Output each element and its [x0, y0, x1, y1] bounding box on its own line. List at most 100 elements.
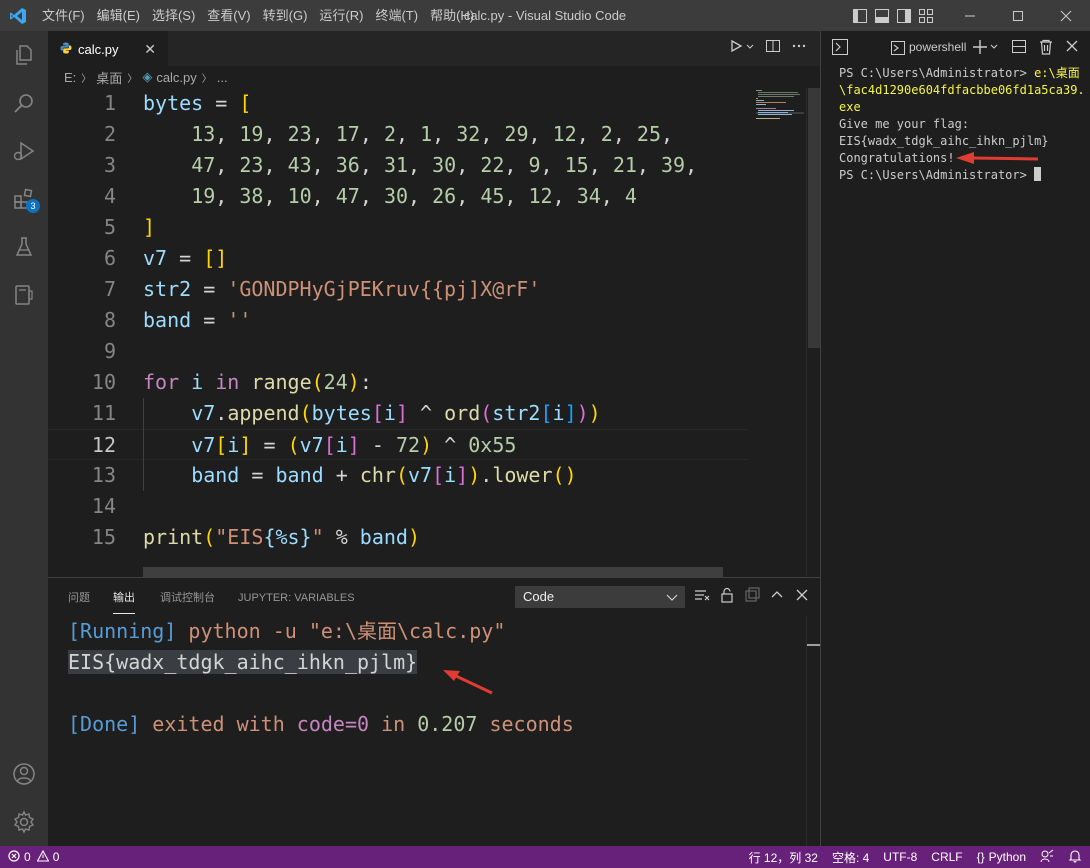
close-window-icon[interactable] [1042, 0, 1090, 31]
menu-edit[interactable]: 编辑(E) [91, 0, 146, 31]
indentation[interactable]: 空格: 4 [832, 849, 869, 866]
code-line[interactable]: 8 band = '' [48, 305, 748, 336]
output-scrollbar[interactable] [806, 616, 821, 846]
cursor-position[interactable]: 行 12，列 32 [749, 849, 818, 866]
output-line-blank [68, 678, 574, 709]
maximize-icon[interactable] [994, 0, 1042, 31]
maximize-panel-icon[interactable] [769, 587, 785, 608]
code-line[interactable]: 14 [48, 491, 748, 522]
line-number: 8 [103, 308, 116, 332]
done-in: in [369, 712, 418, 736]
menu-help[interactable]: 帮助(H) [424, 0, 480, 31]
tab-output[interactable]: 输出 [113, 578, 135, 614]
code-line[interactable]: 6 v7 = [] [48, 243, 748, 274]
settings-gear-icon[interactable] [0, 798, 48, 846]
encoding[interactable]: UTF-8 [883, 850, 917, 864]
lock-scroll-icon[interactable] [719, 587, 735, 608]
breadcrumb-more[interactable]: ... [217, 70, 228, 85]
code-line[interactable]: 5] [48, 212, 748, 243]
terminal-command: \fac4d1290e604fdfacbbe06fd1a5ca39. [839, 83, 1085, 97]
remote-explorer-icon[interactable] [0, 271, 48, 319]
explorer-icon[interactable] [0, 31, 48, 79]
toggle-secondary-sidebar-icon[interactable] [896, 8, 912, 24]
minimize-icon[interactable] [946, 0, 994, 31]
open-in-editor-icon[interactable] [744, 586, 760, 608]
code-line[interactable]: 13 band = band + chr(v7[i]).lower() [48, 460, 748, 491]
feedback-icon[interactable] [1040, 849, 1054, 866]
trash-icon[interactable] [1038, 39, 1054, 60]
extensions-badge: 3 [26, 199, 40, 213]
close-tab-icon[interactable]: ✕ [144, 41, 156, 58]
editor-tabs: calc.py ✕ [48, 31, 820, 66]
output-line-running: [Running] python -u "e:\桌面\calc.py" [68, 616, 574, 647]
breadcrumb-file[interactable]: calc.py [156, 70, 196, 85]
chevron-right-icon: 〉 [127, 73, 138, 85]
terminal-output[interactable]: PS C:\Users\Administrator> e:\桌面 \fac4d1… [839, 65, 1089, 184]
account-icon[interactable] [0, 750, 48, 798]
editor-horizontal-scrollbar[interactable] [143, 567, 723, 577]
terminal-text: Congratulations! [839, 151, 955, 165]
activity-bar: 3 [0, 31, 48, 846]
close-panel-icon[interactable] [794, 587, 810, 608]
code-line[interactable]: 3 47, 23, 43, 36, 31, 30, 22, 9, 15, 21,… [48, 150, 748, 181]
code-line[interactable]: 2 13, 19, 23, 17, 2, 1, 32, 29, 12, 2, 2… [48, 119, 748, 150]
status-right: 行 12，列 32 空格: 4 UTF-8 CRLF {} Python [749, 846, 1082, 868]
menu-file[interactable]: 文件(F) [36, 0, 91, 31]
clear-output-icon[interactable] [694, 587, 710, 608]
code-line[interactable]: 15 print("EIS{%s}" % band) [48, 522, 748, 553]
scrollbar-thumb[interactable] [808, 88, 820, 348]
code-line[interactable]: 1 bytes = [ [48, 88, 748, 119]
terminal-shell-name[interactable]: powershell [909, 40, 966, 54]
output-content[interactable]: [Running] python -u "e:\桌面\calc.py" EIS{… [68, 616, 574, 740]
testing-flask-icon[interactable] [0, 223, 48, 271]
code-editor[interactable]: 1 bytes = [2 13, 19, 23, 17, 2, 1, 32, 29… [48, 88, 748, 558]
output-line-result: EIS{wadx_tdgk_aihc_ihkn_pjlm} [68, 647, 574, 678]
code-line[interactable]: 4 19, 38, 10, 47, 30, 26, 45, 12, 34, 4 [48, 181, 748, 212]
tab-debug-console[interactable]: 调试控制台 [160, 578, 215, 614]
annotation-arrow-icon [443, 670, 493, 695]
run-debug-icon[interactable] [0, 127, 48, 175]
terminal-line: \fac4d1290e604fdfacbbe06fd1a5ca39. [839, 82, 1089, 99]
running-tag: [Running] [68, 619, 177, 643]
output-channel-select[interactable]: Code [515, 586, 685, 608]
toggle-primary-sidebar-icon[interactable] [852, 8, 868, 24]
run-python-file-icon[interactable] [729, 39, 754, 58]
menu-view[interactable]: 查看(V) [201, 0, 256, 31]
code-text: for i in range(24): [143, 370, 372, 394]
code-line[interactable]: 10 for i in range(24): [48, 367, 748, 398]
minimap[interactable] [748, 88, 806, 578]
toggle-panel-icon[interactable] [874, 8, 890, 24]
new-terminal-icon[interactable] [973, 38, 999, 61]
customize-layout-icon[interactable] [918, 8, 934, 24]
tab-problems[interactable]: 问题 [68, 578, 90, 614]
more-actions-icon[interactable] [792, 39, 806, 58]
notifications-bell-icon[interactable] [1068, 849, 1082, 866]
split-editor-icon[interactable] [766, 39, 780, 58]
terminal-header: powershell [821, 31, 1090, 64]
split-terminal-icon[interactable] [1012, 39, 1028, 60]
close-terminal-icon[interactable] [1065, 39, 1079, 58]
terminal-prompt: PS C:\Users\Administrator> [839, 66, 1035, 80]
editor-vertical-scrollbar[interactable] [806, 88, 820, 578]
end-of-line[interactable]: CRLF [931, 850, 962, 864]
output-line-done: [Done] exited with code=0 in 0.207 secon… [68, 709, 574, 740]
language-mode[interactable]: {} Python [977, 850, 1026, 864]
menu-run[interactable]: 运行(R) [313, 0, 369, 31]
extensions-icon[interactable]: 3 [0, 175, 48, 223]
tab-jupyter-variables[interactable]: JUPYTER: VARIABLES [238, 578, 355, 614]
breadcrumb-drive[interactable]: E: [64, 70, 76, 85]
code-line[interactable]: 9 [48, 336, 748, 367]
menu-selection[interactable]: 选择(S) [146, 0, 201, 31]
search-icon[interactable] [0, 79, 48, 127]
terminal-view-icon[interactable] [832, 39, 848, 60]
menu-go[interactable]: 转到(G) [257, 0, 314, 31]
window-controls [946, 0, 1090, 31]
code-line[interactable]: 12 v7[i] = (v7[i] - 72) ^ 0x55 [48, 429, 748, 460]
chevron-right-icon: 〉 [201, 73, 212, 85]
code-line[interactable]: 7 str2 = 'GONDPHyGjPEKruv{{pj]X@rF' [48, 274, 748, 305]
code-line[interactable]: 11 v7.append(bytes[i] ^ ord(str2[i])) [48, 398, 748, 429]
breadcrumb-folder[interactable]: 桌面 [96, 68, 122, 87]
tab-calc-py[interactable]: calc.py ✕ [48, 31, 168, 66]
status-problems[interactable]: 0 0 [8, 846, 59, 868]
menu-terminal[interactable]: 终端(T) [369, 0, 424, 31]
